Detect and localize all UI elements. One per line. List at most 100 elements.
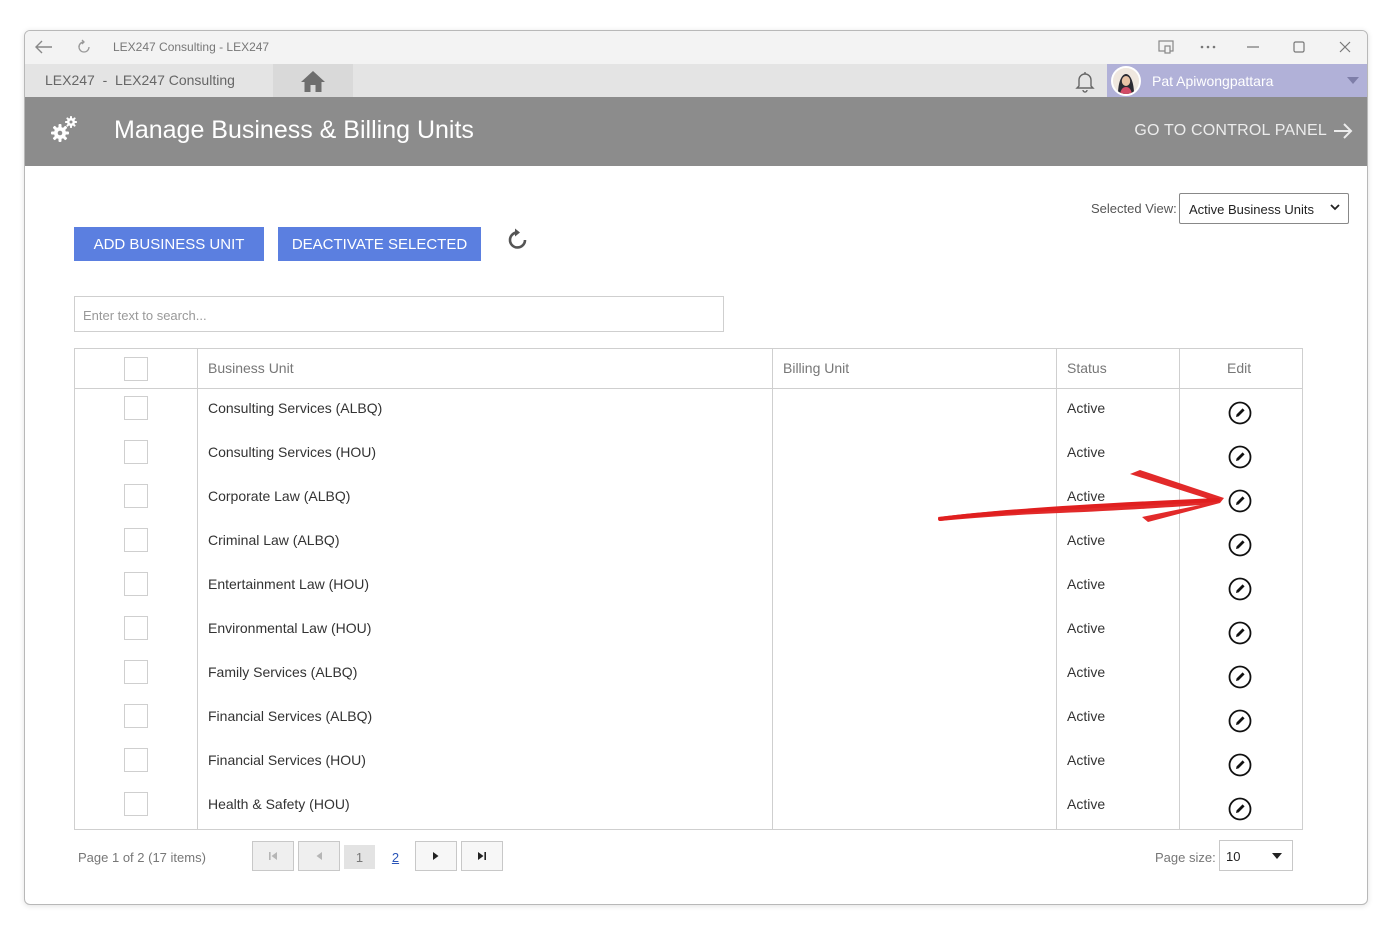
- column-header-business-unit[interactable]: Business Unit: [208, 360, 294, 376]
- search-input[interactable]: Enter text to search...: [74, 296, 724, 332]
- column-header-edit: Edit: [1227, 360, 1252, 376]
- chevron-down-icon: [1347, 77, 1359, 84]
- control-panel-label: GO TO CONTROL PANEL: [1134, 122, 1327, 139]
- status-cell: Active: [1067, 796, 1106, 812]
- business-unit-cell: Entertainment Law (HOU): [208, 576, 370, 592]
- table-row[interactable]: Consulting Services (ALBQ) Active: [75, 389, 1302, 433]
- page-number-link[interactable]: 2: [380, 845, 411, 869]
- edit-icon[interactable]: [1228, 445, 1252, 469]
- gears-icon: [51, 116, 77, 142]
- last-page-button[interactable]: [461, 841, 503, 871]
- edit-icon[interactable]: [1228, 709, 1252, 733]
- page-title: Manage Business & Billing Units: [114, 116, 474, 144]
- title-bar: LEX247 Consulting - LEX247: [25, 31, 1367, 64]
- last-page-icon: [478, 852, 486, 860]
- business-unit-cell: Financial Services (HOU): [208, 752, 366, 768]
- row-checkbox[interactable]: [124, 396, 148, 420]
- business-units-grid: Business Unit Billing Unit Status Edit C…: [74, 348, 1303, 830]
- business-unit-cell: Health & Safety (HOU): [208, 796, 350, 812]
- more-icon[interactable]: [1197, 36, 1219, 58]
- bell-icon[interactable]: [1073, 69, 1097, 93]
- status-cell: Active: [1067, 620, 1106, 636]
- status-cell: Active: [1067, 664, 1106, 680]
- minimize-icon[interactable]: [1242, 36, 1264, 58]
- app-bar: LEX247 - LEX247 Consulting Pat Apiwongpa…: [25, 64, 1367, 97]
- arrow-right-icon: [1334, 123, 1353, 139]
- business-unit-cell: Corporate Law (ALBQ): [208, 488, 351, 504]
- table-row[interactable]: Consulting Services (HOU) Active: [75, 433, 1302, 477]
- business-unit-cell: Environmental Law (HOU): [208, 620, 372, 636]
- row-checkbox[interactable]: [124, 528, 148, 552]
- row-checkbox[interactable]: [124, 572, 148, 596]
- page-size-select[interactable]: 10: [1219, 840, 1293, 871]
- chevron-down-icon: [1330, 204, 1340, 211]
- page-size-label: Page size:: [1155, 850, 1216, 865]
- selected-view-select[interactable]: Active Business Units: [1179, 193, 1349, 224]
- table-row[interactable]: Entertainment Law (HOU) Active: [75, 565, 1302, 609]
- row-checkbox[interactable]: [124, 660, 148, 684]
- status-cell: Active: [1067, 444, 1106, 460]
- chevron-down-icon: [1272, 853, 1282, 859]
- table-row[interactable]: Financial Services (ALBQ) Active: [75, 697, 1302, 741]
- table-row[interactable]: Environmental Law (HOU) Active: [75, 609, 1302, 653]
- page-header: Manage Business & Billing Units GO TO CO…: [25, 97, 1367, 166]
- edit-icon[interactable]: [1228, 797, 1252, 821]
- business-unit-cell: Family Services (ALBQ): [208, 664, 358, 680]
- edit-icon[interactable]: [1228, 621, 1252, 645]
- edit-icon[interactable]: [1228, 489, 1252, 513]
- business-unit-cell: Financial Services (ALBQ): [208, 708, 373, 724]
- breadcrumb[interactable]: LEX247 - LEX247 Consulting: [45, 72, 235, 88]
- row-checkbox[interactable]: [124, 440, 148, 464]
- edit-icon[interactable]: [1228, 577, 1252, 601]
- window-title: LEX247 Consulting - LEX247: [113, 40, 270, 54]
- grid-header: Business Unit Billing Unit Status Edit: [75, 349, 1302, 389]
- page-number-current: 1: [344, 845, 375, 869]
- close-icon[interactable]: [1334, 36, 1356, 58]
- next-page-button[interactable]: [415, 841, 457, 871]
- user-menu[interactable]: Pat Apiwongpattara: [1107, 64, 1367, 97]
- row-checkbox[interactable]: [124, 748, 148, 772]
- user-name: Pat Apiwongpattara: [1152, 73, 1274, 89]
- refresh-icon[interactable]: [505, 227, 531, 253]
- edit-icon[interactable]: [1228, 533, 1252, 557]
- row-checkbox[interactable]: [124, 704, 148, 728]
- table-row[interactable]: Criminal Law (ALBQ) Active: [75, 521, 1302, 565]
- deactivate-selected-button[interactable]: DEACTIVATE SELECTED: [278, 227, 481, 261]
- business-unit-cell: Criminal Law (ALBQ): [208, 532, 340, 548]
- reload-icon[interactable]: [73, 36, 95, 58]
- table-row[interactable]: Financial Services (HOU) Active: [75, 741, 1302, 785]
- table-row[interactable]: Corporate Law (ALBQ) Active: [75, 477, 1302, 521]
- avatar: [1111, 66, 1141, 96]
- edit-icon[interactable]: [1228, 401, 1252, 425]
- select-all-checkbox[interactable]: [124, 357, 148, 381]
- row-checkbox[interactable]: [124, 792, 148, 816]
- maximize-icon[interactable]: [1288, 36, 1310, 58]
- prev-page-button[interactable]: [298, 841, 340, 871]
- go-to-control-panel-link[interactable]: GO TO CONTROL PANEL: [1134, 122, 1353, 140]
- first-page-icon: [269, 852, 277, 860]
- column-header-billing-unit[interactable]: Billing Unit: [783, 360, 849, 376]
- status-cell: Active: [1067, 752, 1106, 768]
- row-checkbox[interactable]: [124, 484, 148, 508]
- pager-info: Page 1 of 2 (17 items): [78, 850, 206, 865]
- app-window: LEX247 Consulting - LEX247 LEX247 - LEX2…: [24, 30, 1368, 905]
- status-cell: Active: [1067, 488, 1106, 504]
- column-header-status[interactable]: Status: [1067, 360, 1107, 376]
- home-tab[interactable]: [273, 64, 353, 97]
- row-checkbox[interactable]: [124, 616, 148, 640]
- home-icon: [301, 70, 325, 92]
- status-cell: Active: [1067, 400, 1106, 416]
- page-size-value: 10: [1226, 849, 1241, 864]
- first-page-button[interactable]: [252, 841, 294, 871]
- status-cell: Active: [1067, 576, 1106, 592]
- status-cell: Active: [1067, 708, 1106, 724]
- add-business-unit-button[interactable]: ADD BUSINESS UNIT: [74, 227, 264, 261]
- next-page-icon: [433, 852, 439, 860]
- table-row[interactable]: Family Services (ALBQ) Active: [75, 653, 1302, 697]
- business-unit-cell: Consulting Services (HOU): [208, 444, 377, 460]
- table-row[interactable]: Health & Safety (HOU) Active: [75, 785, 1302, 829]
- edit-icon[interactable]: [1228, 665, 1252, 689]
- screen-cast-icon[interactable]: [1155, 36, 1177, 58]
- edit-icon[interactable]: [1228, 753, 1252, 777]
- back-icon[interactable]: [33, 36, 55, 58]
